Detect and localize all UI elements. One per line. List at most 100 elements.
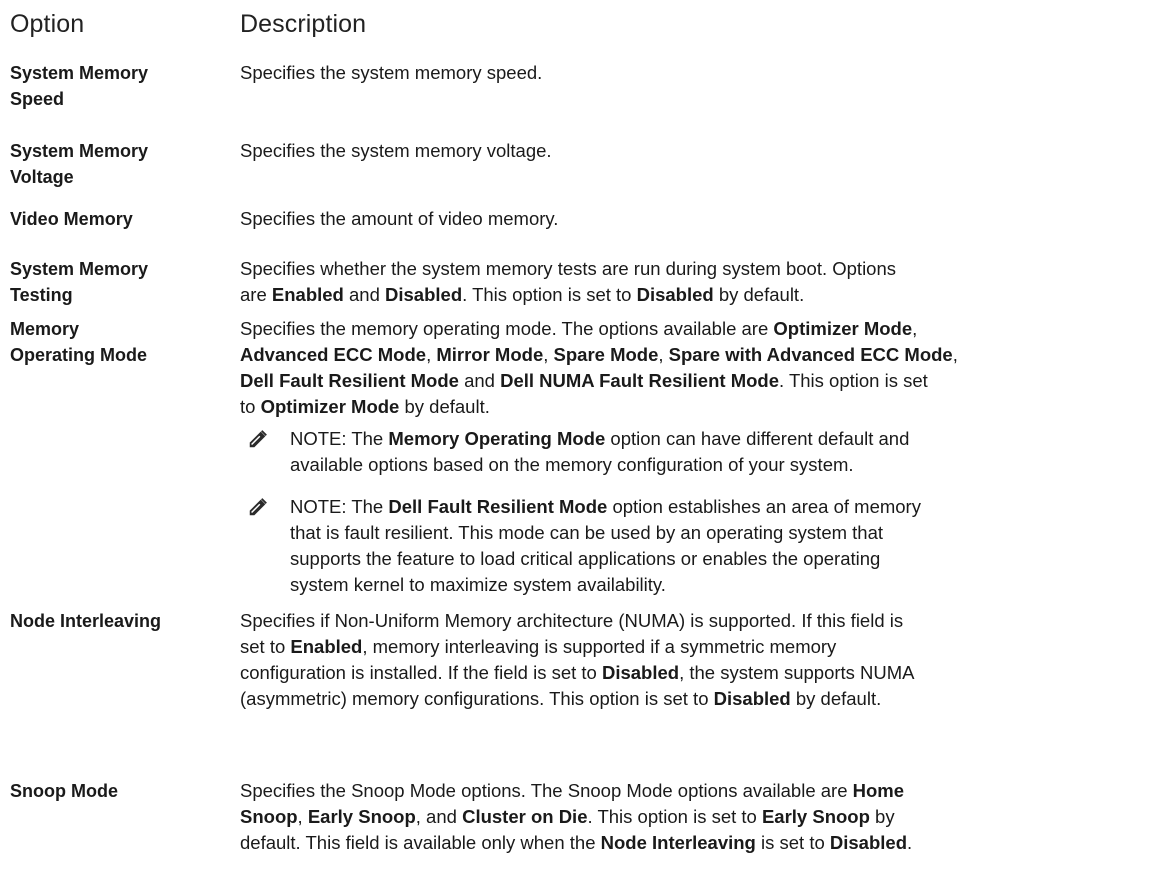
bold-term: Dell Fault Resilient Mode <box>240 370 459 391</box>
text-run: , <box>912 318 918 339</box>
description-line: set to Enabled, memory interleaving is s… <box>240 634 1140 660</box>
bold-term: Dell Fault Resilient Mode <box>388 496 608 517</box>
text-run: , <box>297 806 308 827</box>
text-run: Specifies the amount of video memory. <box>240 208 559 229</box>
text-run: . This option is set to <box>587 806 762 827</box>
description-line: are Enabled and Disabled. This option is… <box>240 282 1140 308</box>
bold-term: Spare Mode <box>553 344 659 365</box>
text-run: . This option is set to <box>462 284 637 305</box>
option-description: Specifies the memory operating mode. The… <box>240 316 1140 420</box>
bold-term: Disabled <box>636 284 714 305</box>
option-name-line: Speed <box>10 89 65 109</box>
column-header-description: Description <box>240 10 367 38</box>
option-name: System Memory Testing <box>10 256 235 308</box>
option-description: Specifies if Non-Uniform Memory architec… <box>240 608 1140 712</box>
bold-term: Optimizer Mode <box>773 318 913 339</box>
note-pencil-icon <box>249 498 267 516</box>
text-run: (asymmetric) memory configurations. This… <box>240 688 714 709</box>
text-run: by <box>869 806 895 827</box>
description-line: Specifies the system memory voltage. <box>240 138 1140 164</box>
text-run: NOTE: <box>290 496 352 517</box>
description-line: configuration is installed. If the field… <box>240 660 1140 686</box>
option-name-line: Voltage <box>10 167 74 187</box>
description-line: Specifies the memory operating mode. The… <box>240 316 1140 342</box>
bold-term: Snoop <box>240 806 298 827</box>
option-name: System Memory Speed <box>10 60 235 112</box>
option-name-line: System Memory <box>10 259 149 279</box>
description-line: Dell Fault Resilient Mode and Dell NUMA … <box>240 368 1140 394</box>
text-run: NOTE: <box>290 428 352 449</box>
description-line: Specifies whether the system memory test… <box>240 256 1140 282</box>
text-run: are <box>240 284 272 305</box>
text-run: The <box>351 428 389 449</box>
note-pencil-icon <box>249 430 267 448</box>
description-line: default. This field is available only wh… <box>240 830 1140 856</box>
text-run: . <box>907 832 913 853</box>
note-text: NOTE: The Dell Fault Resilient Mode opti… <box>290 494 1140 598</box>
text-run: , the system supports NUMA <box>679 662 915 683</box>
option-name-line: Operating Mode <box>10 345 148 365</box>
text-run: , <box>543 344 554 365</box>
text-run: Specifies the system memory voltage. <box>240 140 552 161</box>
note-line: NOTE: The Dell Fault Resilient Mode opti… <box>290 494 1140 520</box>
option-name: Node Interleaving <box>10 608 235 634</box>
text-run: option establishes an area of memory <box>607 496 921 517</box>
text-run: The <box>351 496 389 517</box>
note-line: NOTE: The Memory Operating Mode option c… <box>290 426 1140 452</box>
description-line: Specifies the amount of video memory. <box>240 206 1140 232</box>
text-run: option can have different default and <box>605 428 910 449</box>
text-run: and <box>458 370 501 391</box>
bold-term: Disabled <box>385 284 463 305</box>
option-name-line: System Memory <box>10 141 149 161</box>
bold-term: Early Snoop <box>761 806 870 827</box>
bold-term: Advanced ECC Mode <box>240 344 427 365</box>
text-run: supports the feature to load critical ap… <box>290 548 881 569</box>
description-line: to Optimizer Mode by default. <box>240 394 1140 420</box>
text-run: by default. <box>399 396 490 417</box>
text-run: system kernel to maximize system availab… <box>290 574 666 595</box>
option-name: Memory Operating Mode <box>10 316 235 368</box>
option-description: Specifies the system memory voltage. <box>240 138 1140 164</box>
text-run: . This option is set <box>779 370 928 391</box>
description-line: Advanced ECC Mode, Mirror Mode, Spare Mo… <box>240 342 1140 368</box>
text-run: configuration is installed. If the field… <box>240 662 602 683</box>
text-run: by default. <box>713 284 805 305</box>
description-line: Specifies if Non-Uniform Memory architec… <box>240 608 1140 634</box>
text-run: set to <box>240 636 291 657</box>
option-description: Specifies whether the system memory test… <box>240 256 1140 308</box>
option-name-line: Snoop Mode <box>10 781 118 801</box>
option-name-line: System Memory <box>10 63 149 83</box>
document-page: Option Description System Memory Speed Spe… <box>0 0 1157 889</box>
option-name: Snoop Mode <box>10 778 235 804</box>
text-run: , <box>952 344 958 365</box>
bold-term: Disabled <box>601 662 680 683</box>
text-run: Specifies the Snoop Mode options. The Sn… <box>240 780 853 801</box>
text-run: Specifies the system memory speed. <box>240 62 543 83</box>
bold-term: Home <box>852 780 905 801</box>
bold-term: Node Interleaving <box>600 832 756 853</box>
note-line: supports the feature to load critical ap… <box>290 546 1140 572</box>
bold-term: Enabled <box>290 636 363 657</box>
text-run: is set to <box>755 832 830 853</box>
text-run: , <box>658 344 669 365</box>
text-run: , <box>426 344 437 365</box>
option-name-line: Node Interleaving <box>10 611 162 631</box>
bold-term: Enabled <box>271 284 344 305</box>
bold-term: Early Snoop <box>307 806 416 827</box>
description-line: (asymmetric) memory configurations. This… <box>240 686 1140 712</box>
bold-term: Disabled <box>713 688 791 709</box>
text-run: Specifies whether the system memory test… <box>240 258 897 279</box>
text-run: available options based on the memory co… <box>290 454 854 475</box>
option-name-line: Video Memory <box>10 209 133 229</box>
bold-term: Disabled <box>829 832 907 853</box>
text-run: and <box>343 284 386 305</box>
option-name-line: Memory <box>10 319 80 339</box>
text-run: , and <box>415 806 463 827</box>
note-line: that is fault resilient. This mode can b… <box>290 520 1140 546</box>
description-line: Snoop, Early Snoop, and Cluster on Die. … <box>240 804 1140 830</box>
bold-term: Mirror Mode <box>436 344 544 365</box>
text-run: Specifies the memory operating mode. The… <box>240 318 774 339</box>
option-name: System Memory Voltage <box>10 138 235 190</box>
bold-term: Spare with Advanced ECC Mode <box>668 344 953 365</box>
text-run: , memory interleaving is supported if a … <box>362 636 837 657</box>
